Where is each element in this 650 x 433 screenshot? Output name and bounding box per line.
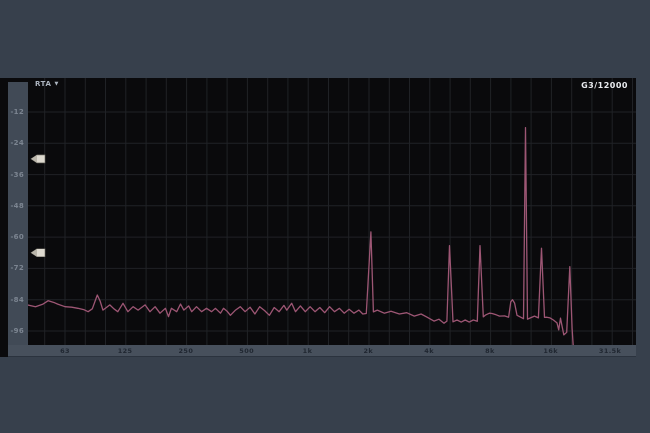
x-tick-label: 8k xyxy=(475,346,505,356)
x-tick-label: 250 xyxy=(171,346,201,356)
y-tick-label: -24 xyxy=(10,139,24,147)
level-marker[interactable] xyxy=(31,155,45,163)
generator-readout: G3/12000 xyxy=(581,81,628,90)
grid-lines xyxy=(28,78,636,345)
spectrum-curve xyxy=(28,128,574,345)
y-tick-label: -72 xyxy=(10,264,24,272)
x-tick-label: 4k xyxy=(414,346,444,356)
x-tick-label: 31.5k xyxy=(595,346,625,356)
rta-mode-label: RTA xyxy=(35,80,52,88)
x-tick-label: 63 xyxy=(50,346,80,356)
x-tick-label: 500 xyxy=(232,346,262,356)
y-tick-label: -60 xyxy=(10,233,24,241)
x-tick-label: 125 xyxy=(110,346,140,356)
analyzer-panel: -12 -24 -36 -48 -60 -72 -84 -96 63 125 250 500 1k 2k… xyxy=(0,78,636,357)
level-marker[interactable] xyxy=(31,249,45,257)
x-tick-label: 2k xyxy=(353,346,383,356)
y-tick-label: -96 xyxy=(10,327,24,335)
chevron-down-icon: ▼ xyxy=(55,81,59,87)
screen-background: -12 -24 -36 -48 -60 -72 -84 -96 63 125 250 500 1k 2k… xyxy=(0,0,650,433)
y-tick-label: -48 xyxy=(10,202,24,210)
y-tick-label: -84 xyxy=(10,296,24,304)
y-tick-label: -36 xyxy=(10,171,24,179)
y-axis-labels: -12 -24 -36 -48 -60 -72 -84 -96 xyxy=(0,78,26,345)
x-tick-label: 1k xyxy=(293,346,323,356)
y-tick-label: -12 xyxy=(10,108,24,116)
rta-mode-dropdown[interactable]: RTA▼ xyxy=(35,80,59,89)
plot-area[interactable] xyxy=(28,78,636,345)
x-tick-label: 16k xyxy=(536,346,566,356)
x-axis-labels: 63 125 250 500 1k 2k 4k 8k 16k 31.5k xyxy=(0,346,636,357)
